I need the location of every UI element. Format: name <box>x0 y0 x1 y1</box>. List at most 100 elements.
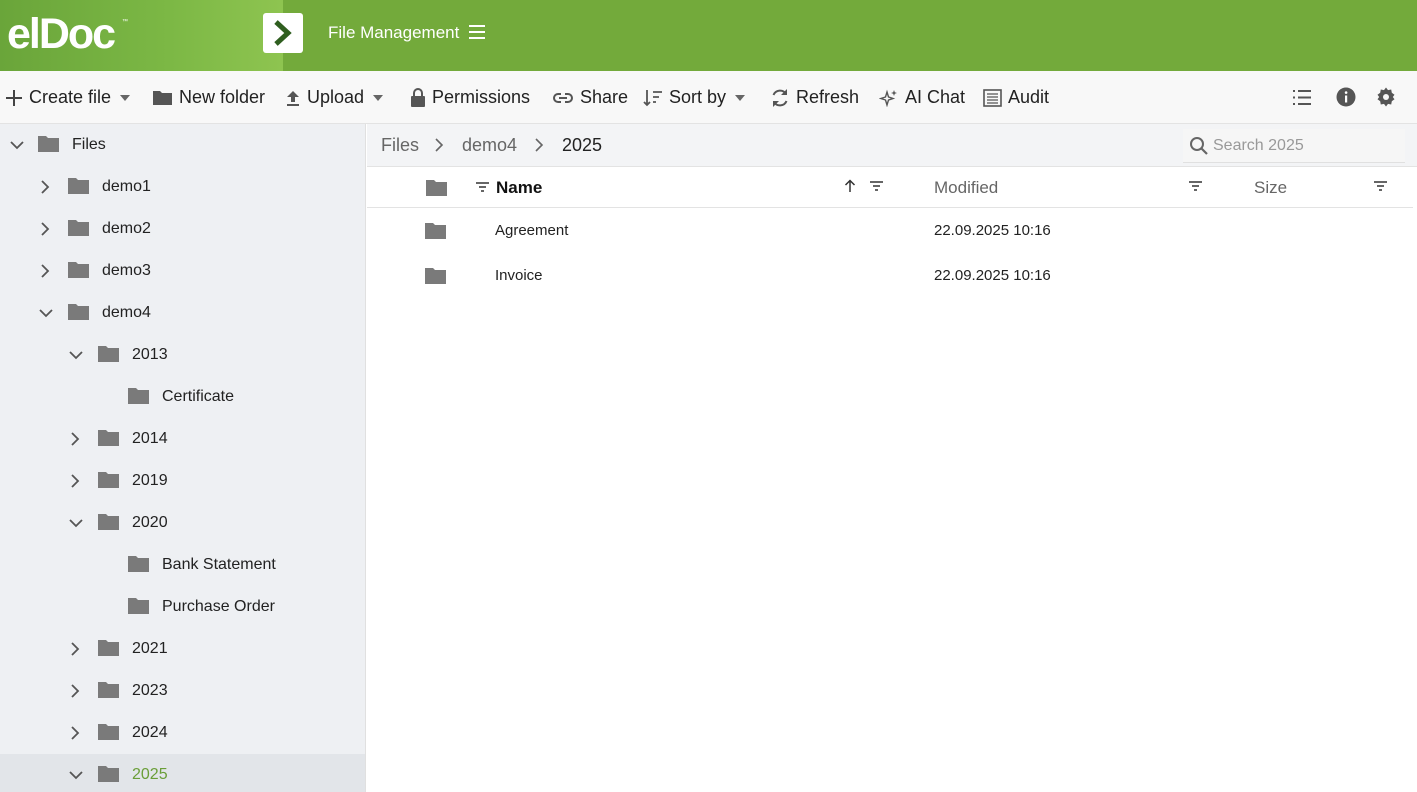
refresh-button[interactable]: Refresh <box>770 71 859 124</box>
chevron-right-icon <box>274 20 292 46</box>
tree-item-label: 2021 <box>132 640 168 657</box>
tree-item-label: demo2 <box>102 220 151 237</box>
folder-icon <box>98 766 119 782</box>
refresh-icon <box>770 88 790 108</box>
file-modified: 22.09.2025 10:16 <box>934 222 1051 239</box>
ai-chat-button[interactable]: AI Chat <box>879 71 965 124</box>
new-folder-button[interactable]: New folder <box>152 71 265 124</box>
audit-label: Audit <box>1008 87 1050 107</box>
sort-ascending-icon[interactable] <box>844 179 856 193</box>
folder-icon <box>128 556 149 572</box>
tree-item-files[interactable]: Files <box>0 124 365 166</box>
folder-icon <box>98 682 119 698</box>
tree-item-2020[interactable]: 2020 <box>0 502 365 544</box>
tree-item-2014[interactable]: 2014 <box>0 418 365 460</box>
folder-icon <box>98 472 119 488</box>
tree-item-2024[interactable]: 2024 <box>0 712 365 754</box>
tree-item-label: Purchase Order <box>162 598 275 615</box>
filter-icon[interactable] <box>1189 181 1202 191</box>
table-row[interactable]: Invoice 22.09.2025 10:16 <box>367 253 1413 298</box>
app-title[interactable]: File Management <box>328 23 459 43</box>
audit-button[interactable]: Audit <box>983 71 1049 124</box>
chevron-right-icon[interactable] <box>71 432 80 446</box>
tree-item-2013[interactable]: 2013 <box>0 334 365 376</box>
share-label: Share <box>580 87 629 107</box>
chevron-down-icon[interactable] <box>69 519 83 528</box>
sidebar-toggle-button[interactable] <box>263 13 303 53</box>
tree-item-purchase-order[interactable]: Purchase Order <box>0 586 365 628</box>
column-header-size[interactable]: Size <box>1254 178 1287 198</box>
caret-down-icon <box>120 94 131 101</box>
logo-trademark: ™ <box>122 19 128 25</box>
folder-icon <box>98 724 119 740</box>
column-header-modified[interactable]: Modified <box>934 178 998 198</box>
tree-item-demo3[interactable]: demo3 <box>0 250 365 292</box>
logo-area: elDoc ™ <box>0 0 283 71</box>
permissions-button[interactable]: Permissions <box>410 71 530 124</box>
chevron-right-icon[interactable] <box>71 726 80 740</box>
tree-item-label: Files <box>72 136 106 153</box>
tree-item-label: 2025 <box>132 766 168 783</box>
breadcrumb-item-files[interactable]: Files <box>381 135 419 156</box>
tree-item-label: Certificate <box>162 388 235 405</box>
folder-icon <box>98 640 119 656</box>
tree-item-demo2[interactable]: demo2 <box>0 208 365 250</box>
gear-icon[interactable] <box>1376 87 1396 107</box>
chevron-right-icon[interactable] <box>71 474 80 488</box>
chevron-right-icon[interactable] <box>71 684 80 698</box>
chevron-down-icon[interactable] <box>69 351 83 360</box>
breadcrumb-item-demo4[interactable]: demo4 <box>462 135 517 156</box>
folder-icon <box>128 598 149 614</box>
filter-icon[interactable] <box>476 182 489 192</box>
breadcrumb-item-current: 2025 <box>562 135 603 155</box>
folder-icon <box>152 89 173 106</box>
chevron-right-icon[interactable] <box>41 180 50 194</box>
upload-label: Upload <box>307 87 365 107</box>
sort-by-button[interactable]: Sort by <box>643 71 746 124</box>
file-name[interactable]: Agreement <box>495 222 568 239</box>
info-icon[interactable] <box>1336 87 1356 107</box>
tree-item-2025[interactable]: 2025 <box>0 754 365 792</box>
chevron-right-icon[interactable] <box>41 264 50 278</box>
filter-icon[interactable] <box>870 181 883 191</box>
tree-item-demo1[interactable]: demo1 <box>0 166 365 208</box>
folder-icon <box>425 223 446 239</box>
app-logo: elDoc <box>7 10 116 58</box>
chevron-right-icon[interactable] <box>41 222 50 236</box>
share-button[interactable]: Share <box>552 71 628 124</box>
tree-item-demo4[interactable]: demo4 <box>0 292 365 334</box>
tree-item-label: demo4 <box>102 304 151 321</box>
table-row[interactable]: Agreement 22.09.2025 10:16 <box>367 208 1413 253</box>
chevron-down-icon[interactable] <box>69 771 83 780</box>
search-input[interactable] <box>1213 133 1399 159</box>
chevron-right-icon[interactable] <box>71 642 80 656</box>
tree-item-certificate[interactable]: Certificate <box>0 376 365 418</box>
folder-icon <box>98 430 119 446</box>
toolbar: Create file New folder Upload Permission… <box>0 71 1417 124</box>
menu-icon[interactable] <box>468 24 486 40</box>
tree-item-label: 2019 <box>132 472 168 489</box>
list-view-icon[interactable] <box>1292 89 1312 106</box>
column-header-name[interactable]: Name <box>496 178 542 198</box>
tree-item-2019[interactable]: 2019 <box>0 460 365 502</box>
tree-item-bank-statement[interactable]: Bank Statement <box>0 544 365 586</box>
chevron-right-icon <box>435 138 444 152</box>
filter-icon[interactable] <box>1374 181 1387 191</box>
folder-icon <box>38 136 59 152</box>
breadcrumb: Files demo4 2025 <box>367 124 1417 167</box>
folder-icon <box>128 388 149 404</box>
sort-icon <box>643 89 663 107</box>
file-grid: Name Modified Size Agreement 22.09.2025 … <box>367 167 1413 792</box>
sparkle-icon <box>879 89 899 107</box>
chevron-down-icon[interactable] <box>10 141 24 150</box>
caret-down-icon <box>735 94 746 101</box>
tree-item-label: 2020 <box>132 514 168 531</box>
file-name[interactable]: Invoice <box>495 267 543 284</box>
create-file-button[interactable]: Create file <box>5 71 131 124</box>
tree-item-2021[interactable]: 2021 <box>0 628 365 670</box>
tree-item-2023[interactable]: 2023 <box>0 670 365 712</box>
chevron-right-icon <box>535 138 544 152</box>
chevron-down-icon[interactable] <box>39 309 53 318</box>
app-header: elDoc ™ File Management <box>0 0 1417 71</box>
upload-button[interactable]: Upload <box>285 71 384 124</box>
